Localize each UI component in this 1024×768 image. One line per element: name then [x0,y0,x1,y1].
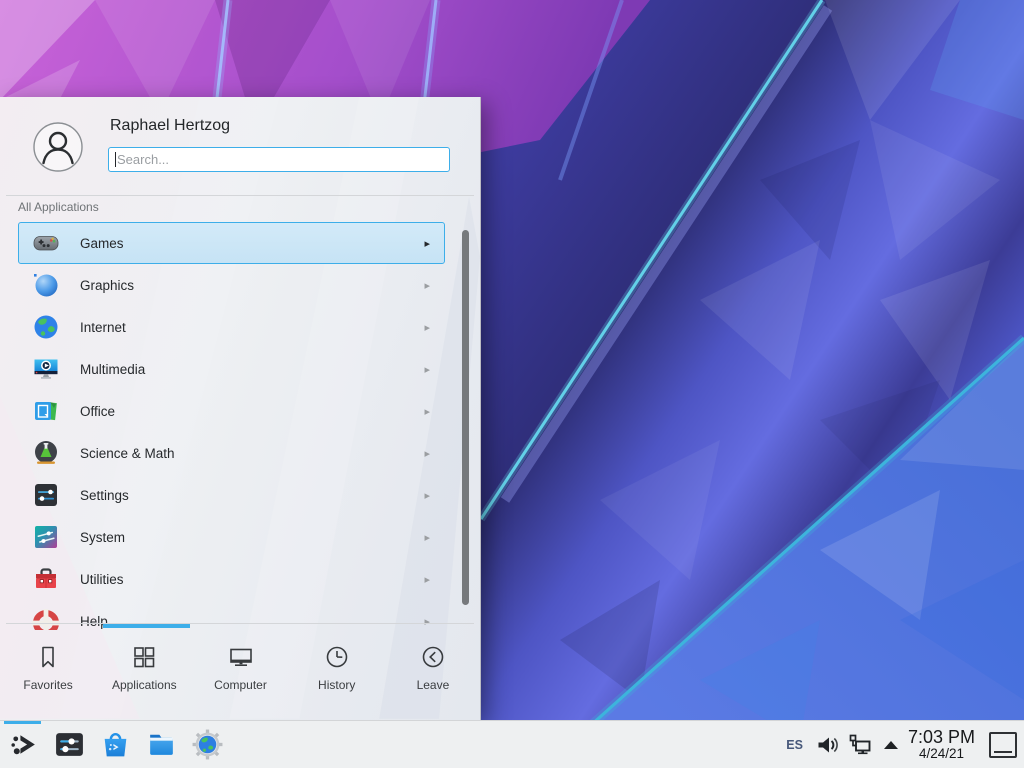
text-cursor [115,152,116,167]
bookmark-icon [35,644,61,670]
search-placeholder: Search... [117,152,169,167]
category-label: Utilities [80,572,124,587]
discover-button[interactable] [92,721,138,768]
category-label: Office [80,404,115,419]
clock-icon [324,644,350,670]
tab-favorites[interactable]: Favorites [0,628,96,720]
launcher-header: Raphael Hertzog Search... [0,97,480,195]
submenu-arrow-icon: ▸ [424,489,430,502]
system-settings-icon [53,728,86,761]
tab-leave[interactable]: Leave [385,628,481,720]
graphics-icon [32,271,60,299]
office-icon [32,397,60,425]
system-tray: ES 7:03 PM 4/24/21 [786,728,1024,761]
category-list: Games ▸ Graphics ▸ Internet ▸ [0,222,458,630]
category-help[interactable]: Help ▸ [18,600,445,630]
monitor-icon [228,644,254,670]
app-grid-icon [131,644,157,670]
file-manager-button[interactable] [138,721,184,768]
submenu-arrow-icon: ▸ [424,279,430,292]
tab-applications[interactable]: Applications [96,628,192,720]
discover-icon [99,728,132,761]
user-name: Raphael Hertzog [110,117,230,135]
footer-divider [6,623,474,624]
category-settings[interactable]: Settings ▸ [18,474,445,516]
category-system[interactable]: System ▸ [18,516,445,558]
application-launcher-icon [7,728,40,761]
active-task-indicator [4,721,41,724]
category-label: Games [80,236,124,251]
wired-network-icon[interactable] [848,733,872,757]
tab-label: Favorites [23,678,72,692]
section-label: All Applications [18,200,99,214]
category-label: System [80,530,125,545]
category-internet[interactable]: Internet ▸ [18,306,445,348]
scrollbar[interactable] [462,230,469,605]
help-icon [32,607,60,630]
submenu-arrow-icon: ▸ [424,237,430,250]
system-settings-button[interactable] [46,721,92,768]
category-label: Science & Math [80,446,175,461]
system-icon [32,523,60,551]
tab-label: History [318,678,355,692]
application-launcher-popup: Raphael Hertzog Search... All Applicatio… [0,97,481,720]
submenu-arrow-icon: ▸ [424,405,430,418]
science-icon [32,439,60,467]
multimedia-icon [32,355,60,383]
submenu-arrow-icon: ▸ [424,447,430,460]
submenu-arrow-icon: ▸ [424,321,430,334]
category-label: Settings [80,488,129,503]
clock-time: 7:03 PM [908,728,975,747]
taskbar-panel: ES 7:03 PM 4/24/21 [0,720,1024,768]
category-utilities[interactable]: Utilities ▸ [18,558,445,600]
settings-icon [32,481,60,509]
leave-icon [420,644,446,670]
tab-label: Computer [214,678,267,692]
browser-button[interactable] [184,721,230,768]
tab-computer[interactable]: Computer [192,628,288,720]
category-multimedia[interactable]: Multimedia ▸ [18,348,445,390]
submenu-arrow-icon: ▸ [424,531,430,544]
category-label: Multimedia [80,362,145,377]
internet-icon [32,313,60,341]
submenu-arrow-icon: ▸ [424,363,430,376]
launcher-tabbar: Favorites Applications Computer [0,628,481,720]
submenu-arrow-icon: ▸ [424,573,430,586]
tab-label: Leave [417,678,450,692]
konqueror-icon [191,728,224,761]
tab-label: Applications [112,678,177,692]
volume-icon[interactable] [816,733,840,757]
clock-date: 4/24/21 [908,747,975,761]
category-label: Internet [80,320,126,335]
application-launcher-button[interactable] [0,721,46,768]
header-divider [6,195,474,196]
show-desktop-button[interactable] [989,732,1017,758]
expand-tray-icon[interactable] [884,741,898,749]
games-icon [32,229,60,257]
category-label: Graphics [80,278,134,293]
utilities-icon [32,565,60,593]
category-graphics[interactable]: Graphics ▸ [18,264,445,306]
keyboard-layout-indicator[interactable]: ES [786,738,803,752]
dolphin-icon [145,728,178,761]
submenu-arrow-icon: ▸ [424,615,430,628]
category-office[interactable]: Office ▸ [18,390,445,432]
category-games[interactable]: Games ▸ [18,222,445,264]
tab-history[interactable]: History [289,628,385,720]
search-input[interactable]: Search... [108,147,450,172]
taskbar-launchers [0,721,230,768]
user-avatar[interactable] [33,122,83,172]
category-science-math[interactable]: Science & Math ▸ [18,432,445,474]
digital-clock[interactable]: 7:03 PM 4/24/21 [908,728,975,761]
